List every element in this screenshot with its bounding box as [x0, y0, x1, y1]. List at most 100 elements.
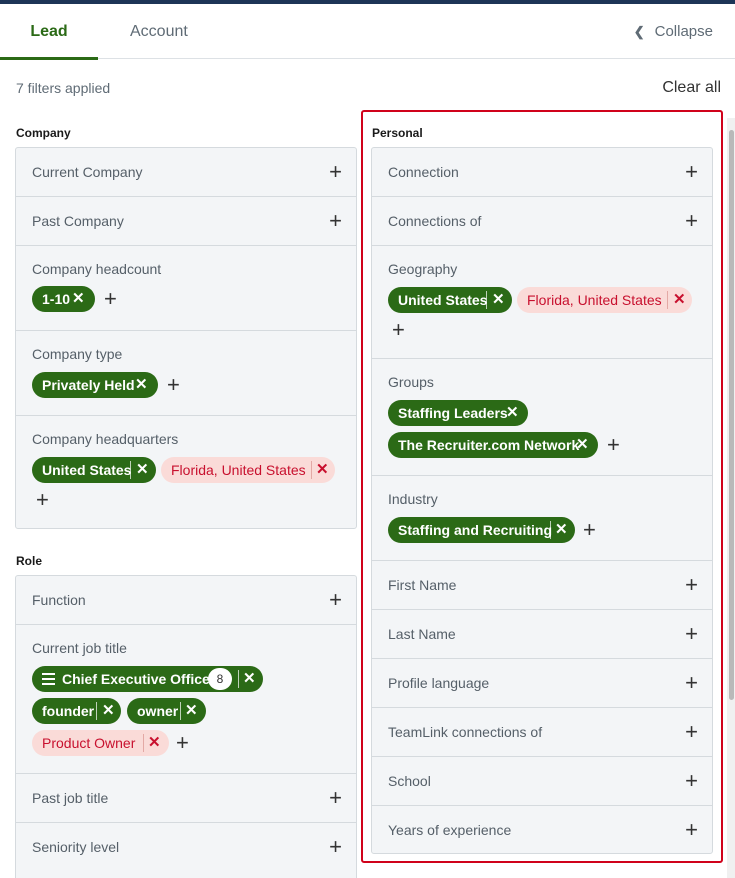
- filter-connections-of[interactable]: Connections of +: [372, 197, 712, 246]
- plus-icon[interactable]: +: [583, 519, 596, 541]
- filter-first-name[interactable]: First Name +: [372, 561, 712, 610]
- plus-icon[interactable]: +: [329, 589, 342, 611]
- plus-icon[interactable]: +: [329, 161, 342, 183]
- plus-icon[interactable]: +: [685, 770, 698, 792]
- plus-icon[interactable]: +: [167, 374, 180, 396]
- chevron-left-icon: ❮: [633, 24, 645, 39]
- filter-chip[interactable]: Staffing and Recruiting ✕: [388, 517, 575, 543]
- chip-label: founder: [42, 703, 95, 719]
- filter-chip[interactable]: founder ✕: [32, 698, 121, 724]
- plus-icon[interactable]: +: [685, 721, 698, 743]
- filter-chip-included[interactable]: United States ✕: [388, 287, 512, 313]
- filter-label: Seniority level: [32, 839, 120, 855]
- filter-teamlink-connections-of[interactable]: TeamLink connections of +: [372, 708, 712, 757]
- close-icon[interactable]: ✕: [136, 457, 149, 483]
- plus-icon[interactable]: +: [685, 161, 698, 183]
- close-icon[interactable]: ✕: [492, 287, 505, 313]
- tab-account[interactable]: Account: [130, 4, 188, 59]
- company-filter-panel: Current Company + Past Company + Company…: [15, 147, 357, 529]
- tab-lead[interactable]: Lead: [0, 4, 98, 60]
- chip-label: United States: [398, 292, 488, 308]
- filter-connection[interactable]: Connection +: [372, 148, 712, 197]
- plus-icon[interactable]: +: [329, 787, 342, 809]
- close-icon[interactable]: ✕: [576, 432, 589, 458]
- close-icon[interactable]: ✕: [135, 372, 148, 398]
- chip-label: 1-10: [42, 291, 71, 307]
- chip-label: Privately Held: [42, 377, 135, 393]
- plus-icon[interactable]: +: [685, 574, 698, 596]
- close-icon[interactable]: ✕: [185, 698, 198, 724]
- filter-chip-group[interactable]: Chief Executive Officer 8 ✕: [32, 666, 263, 692]
- plus-icon[interactable]: +: [176, 732, 189, 754]
- filter-industry: Industry Staffing and Recruiting ✕ +: [372, 476, 712, 561]
- plus-icon[interactable]: +: [104, 288, 117, 310]
- filter-company-type: Company type Privately Held ✕ +: [16, 331, 356, 416]
- filter-chip[interactable]: Staffing Leaders ✕: [388, 400, 528, 426]
- close-icon[interactable]: ✕: [102, 698, 115, 724]
- filter-label: Profile language: [388, 675, 490, 691]
- filter-profile-language[interactable]: Profile language +: [372, 659, 712, 708]
- plus-icon[interactable]: +: [329, 210, 342, 232]
- filter-years-of-experience[interactable]: Years of experience +: [372, 806, 712, 855]
- filter-label: Current job title: [32, 640, 127, 656]
- filter-label: Groups: [388, 374, 434, 390]
- close-icon[interactable]: ✕: [506, 400, 519, 426]
- chip-label: Florida, United States: [171, 462, 306, 478]
- filter-company-headcount: Company headcount 1-10 ✕ +: [16, 246, 356, 331]
- filter-label: Last Name: [388, 626, 456, 642]
- filter-label: Connections of: [388, 213, 482, 229]
- filter-chip[interactable]: Privately Held ✕: [32, 372, 158, 398]
- plus-icon[interactable]: +: [607, 434, 620, 456]
- collapse-button[interactable]: ❮ Collapse: [634, 4, 713, 59]
- close-icon[interactable]: ✕: [72, 286, 85, 312]
- filter-past-job-title[interactable]: Past job title +: [16, 774, 356, 823]
- chip-divider: [180, 702, 181, 720]
- plus-icon[interactable]: +: [685, 672, 698, 694]
- plus-icon[interactable]: +: [685, 210, 698, 232]
- chip-divider: [96, 702, 97, 720]
- filter-current-job-title: Current job title Chief Executive Office…: [16, 625, 356, 774]
- filter-function[interactable]: Function +: [16, 576, 356, 625]
- plus-icon[interactable]: +: [329, 836, 342, 858]
- chip-label: Staffing and Recruiting: [398, 522, 552, 538]
- plus-icon[interactable]: +: [685, 623, 698, 645]
- filter-label: Company headcount: [32, 261, 162, 277]
- filter-last-name[interactable]: Last Name +: [372, 610, 712, 659]
- filter-current-company[interactable]: Current Company +: [16, 148, 356, 197]
- filter-seniority-level[interactable]: Seniority level +: [16, 823, 356, 872]
- close-icon[interactable]: ✕: [148, 730, 161, 756]
- chip-divider: [238, 670, 239, 688]
- filter-label: Years of experience: [388, 822, 512, 838]
- filter-company-headquarters: Company headquarters United States ✕ Flo…: [16, 416, 356, 528]
- filter-label: Past Company: [32, 213, 124, 229]
- filter-chip[interactable]: The Recruiter.com Network ✕: [388, 432, 598, 458]
- plus-icon[interactable]: +: [392, 319, 405, 341]
- scrollbar-thumb[interactable]: [729, 130, 734, 700]
- filter-label: First Name: [388, 577, 457, 593]
- close-icon[interactable]: ✕: [555, 517, 568, 543]
- filter-chip-excluded[interactable]: Florida, United States ✕: [161, 457, 335, 483]
- filter-chip-excluded[interactable]: Florida, United States ✕: [517, 287, 692, 313]
- filter-chip-excluded[interactable]: Product Owner ✕: [32, 730, 169, 756]
- section-title-personal: Personal: [372, 126, 423, 140]
- filter-chip[interactable]: owner ✕: [127, 698, 206, 724]
- filter-label: School: [388, 773, 431, 789]
- chip-divider: [311, 461, 312, 479]
- filter-school[interactable]: School +: [372, 757, 712, 806]
- count-badge: 8: [208, 668, 232, 690]
- chip-label: Florida, United States: [527, 292, 662, 308]
- filter-chip-included[interactable]: United States ✕: [32, 457, 156, 483]
- chip-label: Staffing Leaders: [398, 405, 508, 421]
- close-icon[interactable]: ✕: [673, 287, 686, 313]
- plus-icon[interactable]: +: [685, 819, 698, 841]
- close-icon[interactable]: ✕: [243, 666, 256, 692]
- close-icon[interactable]: ✕: [316, 457, 329, 483]
- collapse-label: Collapse: [654, 23, 713, 40]
- filter-past-company[interactable]: Past Company +: [16, 197, 356, 246]
- filter-groups: Groups Staffing Leaders ✕ The Recruiter.…: [372, 359, 712, 476]
- plus-icon[interactable]: +: [36, 489, 49, 511]
- chip-divider: [667, 291, 668, 309]
- filter-chip[interactable]: 1-10 ✕: [32, 286, 95, 312]
- clear-all-button[interactable]: Clear all: [662, 79, 721, 97]
- list-icon: [42, 672, 55, 686]
